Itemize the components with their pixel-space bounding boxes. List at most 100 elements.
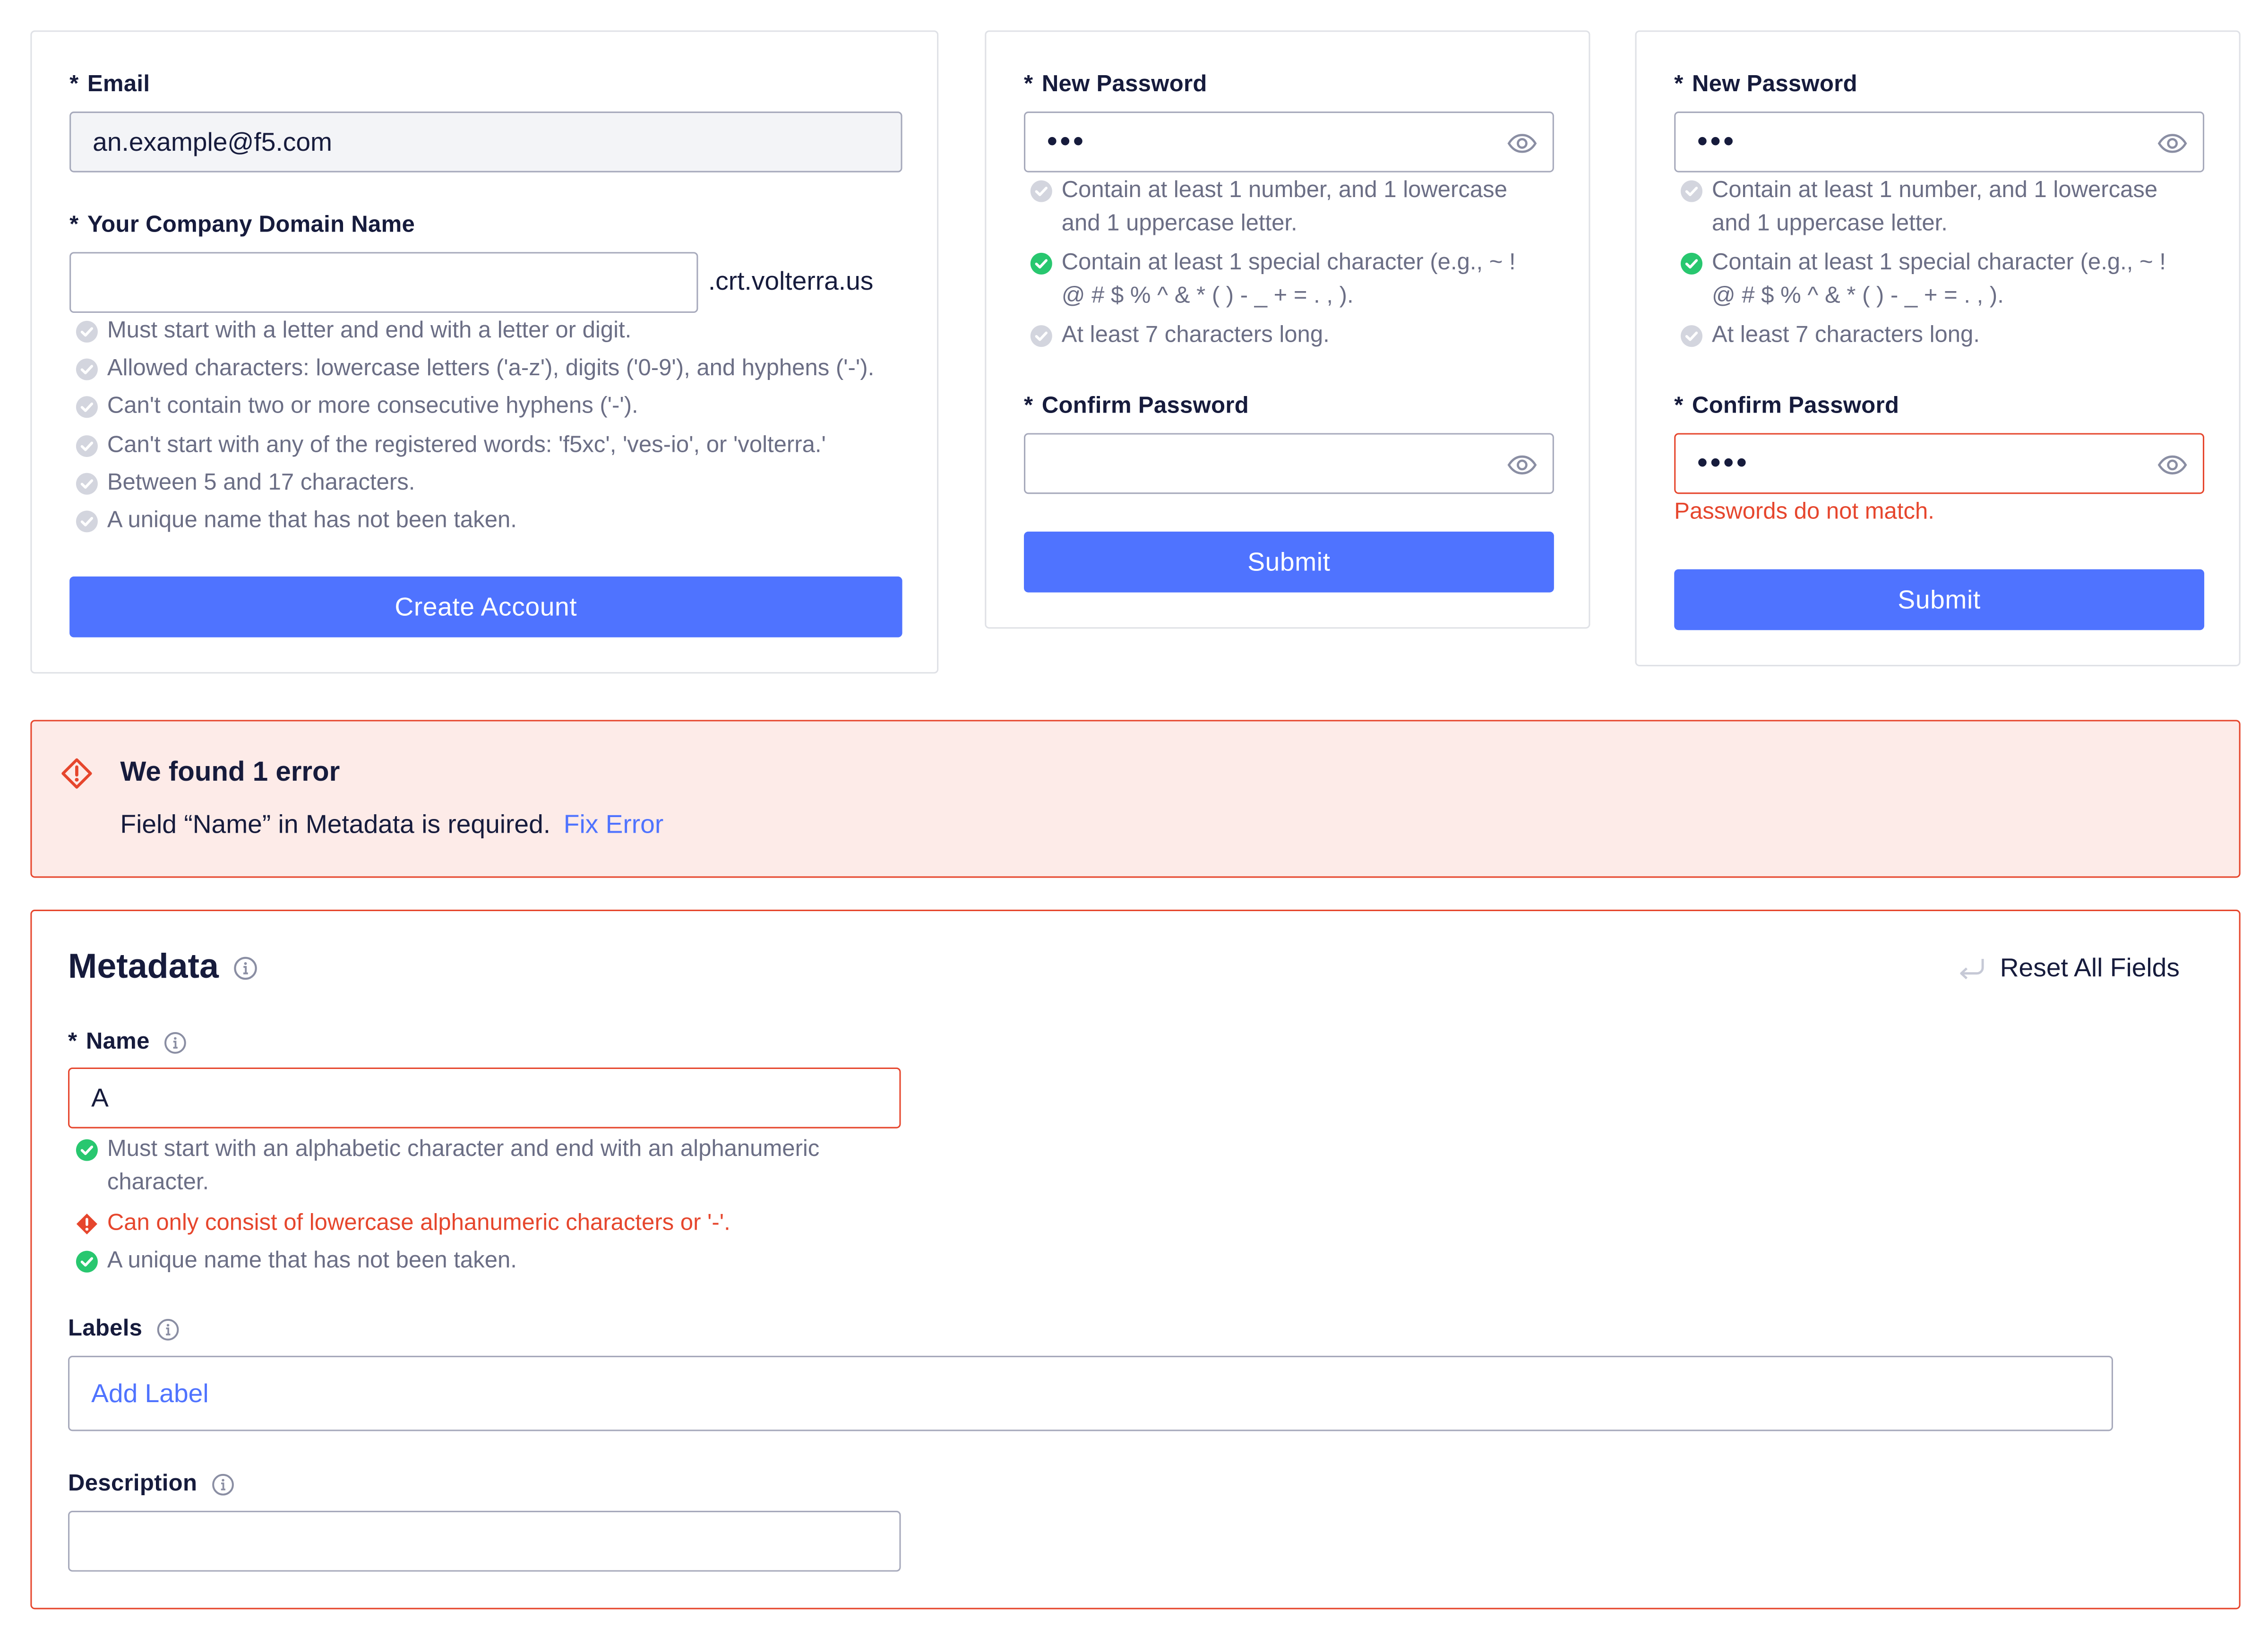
rule-item: Between 5 and 17 characters. [75,466,415,499]
error-alert: We found 1 error Field “Name” in Metadat… [30,720,2241,878]
password-card-b: * New Password ••• Contain at least 1 num… [1635,30,2241,666]
pending-check-icon [76,510,98,533]
rule-text-line: and 1 uppercase letter. [1061,211,1297,236]
pending-check-icon [1681,325,1703,347]
rule-text-line: Allowed characters: lowercase letters ('… [107,356,875,381]
rule-text-line: A unique name that has not been taken. [107,508,517,533]
rule-item: Can't contain two or more consecutive hy… [75,390,638,423]
rule-text: A unique name that has not been taken. [107,1243,517,1276]
rule-text-line: Can't contain two or more consecutive hy… [107,394,638,420]
rule-text: Contain at least 1 special character (e.… [1712,246,2166,313]
rule-item: Contain at least 1 number, and 1 lowerca… [1030,174,1507,241]
pending-check-icon [76,434,98,457]
rule-text: Contain at least 1 special character (e.… [1062,246,1516,313]
show-password-eye-icon[interactable] [2156,449,2188,481]
confirm-password-label-text: Confirm Password [1692,394,1899,419]
signup-card: * Email an.example@f5.com * Your Company D… [30,30,939,674]
confirm-password-label-text: Confirm Password [1041,394,1249,419]
create-account-button[interactable]: Create Account [69,576,902,638]
rule-text-line: At least 7 characters long. [1711,323,1980,348]
show-password-eye-icon[interactable] [1506,128,1538,159]
rule-item: Can't start with any of the registered w… [75,428,826,461]
confirm-password-field[interactable]: •••• [1674,433,2205,494]
email-field[interactable]: an.example@f5.com [69,112,902,172]
new-password-value: ••• [1697,126,1737,158]
pending-check-icon [1030,325,1052,347]
new-password-label-text: New Password [1692,72,1857,97]
check-circle-icon [76,1250,98,1272]
rule-text: Can't contain two or more consecutive hy… [107,390,638,423]
submit-button[interactable]: Submit [1024,531,1554,593]
rule-item: A unique name that has not been taken. [75,504,517,537]
info-icon[interactable] [164,1031,187,1054]
domain-label-text: Your Company Domain Name [87,213,415,238]
alert-title: We found 1 error [120,758,340,788]
rule-text: Must start with an alphabetic character … [107,1133,820,1199]
rule-text-line: Contain at least 1 number, and 1 lowerca… [1711,178,2158,203]
new-password-label: * New Password [1024,72,1207,98]
rule-item: At least 7 characters long. [1030,319,1330,352]
domain-suffix: .crt.volterra.us [708,266,874,296]
reset-all-fields-button[interactable]: Reset All Fields [1954,950,2180,985]
show-password-eye-icon[interactable] [1506,449,1538,481]
new-password-value: ••• [1047,126,1086,158]
rule-text-line: Contain at least 1 special character (e.… [1711,250,2166,276]
rule-text: Contain at least 1 number, and 1 lowerca… [1062,174,1507,241]
info-icon[interactable] [233,955,258,980]
rule-item: Contain at least 1 special character (e.… [1030,246,1516,313]
metadata-card: Metadata Reset All Fields * Name A Must s… [30,909,2241,1610]
rule-text: Can't start with any of the registered w… [107,428,826,461]
rule-text-line: Contain at least 1 number, and 1 lowerca… [1061,178,1508,203]
rule-text-line: @ # $ % ^ & * ( ) - _ + = . , ). [1711,284,2004,309]
description-input[interactable] [68,1510,901,1572]
rule-text: Contain at least 1 number, and 1 lowerca… [1712,174,2157,241]
add-label-link[interactable]: Add Label [91,1378,209,1408]
domain-label: * Your Company Domain Name [69,213,415,239]
pending-check-icon [1030,180,1052,202]
fix-error-link[interactable]: Fix Error [564,810,663,838]
rule-text: Must start with a letter and end with a … [107,314,631,347]
pending-check-icon [1681,180,1703,202]
rule-text-line: Must start with an alphabetic character … [107,1137,820,1162]
rule-text-line: Can only consist of lowercase alphanumer… [107,1211,730,1236]
name-input[interactable]: A [68,1067,901,1129]
rule-item: Allowed characters: lowercase letters ('… [75,352,874,385]
labels-label-text: Labels [68,1317,143,1342]
labels-label: Labels [68,1317,180,1343]
confirm-password-field[interactable] [1024,433,1554,494]
show-password-eye-icon[interactable] [2156,128,2188,159]
submit-button[interactable]: Submit [1674,569,2205,630]
confirm-password-label: * Confirm Password [1024,394,1249,420]
rule-item: Contain at least 1 number, and 1 lowerca… [1680,174,2157,241]
description-label: Description [68,1472,235,1498]
labels-field[interactable]: Add Label [68,1355,2113,1431]
name-input-value: A [91,1083,109,1112]
pending-check-icon [76,473,98,495]
info-icon[interactable] [157,1318,180,1341]
alert-message: Field “Name” in Metadata is required. [120,810,551,839]
confirm-password-value: •••• [1697,448,1750,480]
domain-input[interactable] [69,252,698,313]
description-label-text: Description [68,1472,198,1497]
reset-all-fields-label: Reset All Fields [2000,952,2180,982]
email-label-text: Email [87,72,150,97]
email-label: * Email [69,72,150,98]
new-password-label: * New Password [1674,72,1857,98]
check-circle-icon [76,1139,98,1161]
password-card-a: * New Password ••• Contain at least 1 num… [985,30,1590,629]
rule-text: Allowed characters: lowercase letters ('… [107,352,874,385]
error-octagon-icon [76,1213,97,1235]
pending-check-icon [76,320,98,343]
rule-item: Can only consist of lowercase alphanumer… [75,1206,730,1240]
info-icon[interactable] [212,1473,235,1496]
alert-message-row: Field “Name” in Metadata is required. Fi… [120,810,663,840]
rule-item: A unique name that has not been taken. [75,1243,517,1276]
rule-text: At least 7 characters long. [1062,319,1330,352]
password-mismatch-error: Passwords do not match. [1674,500,1934,525]
metadata-title-row: Metadata [68,948,258,988]
rule-text-line: Between 5 and 17 characters. [107,470,415,495]
new-password-field[interactable]: ••• [1024,112,1554,172]
rule-text: A unique name that has not been taken. [107,504,517,537]
rule-item: Contain at least 1 special character (e.… [1680,246,2166,313]
new-password-field[interactable]: ••• [1674,112,2205,172]
